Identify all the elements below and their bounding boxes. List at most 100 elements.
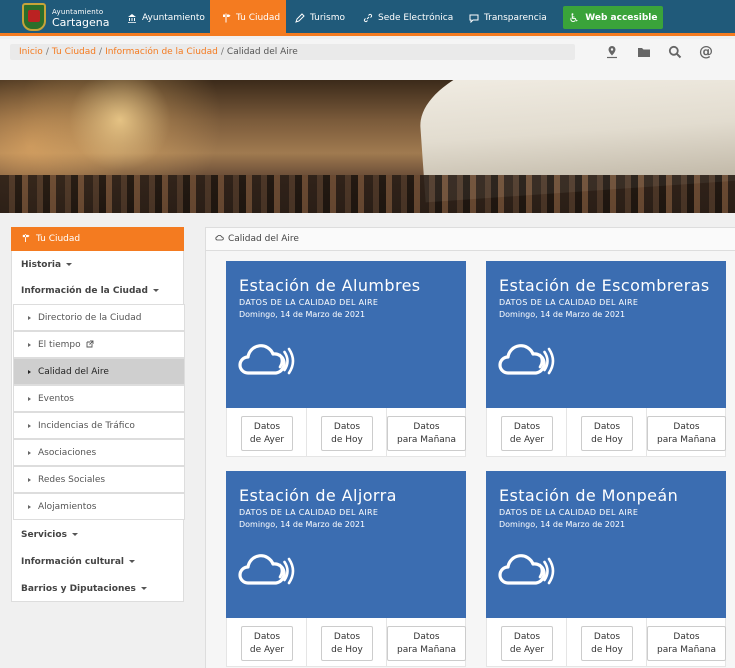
bullet-icon	[28, 504, 31, 509]
sidebar-item-informacion-ciudad[interactable]: Información de la Ciudad	[12, 277, 183, 304]
sidebar-item-servicios[interactable]: Servicios	[12, 521, 183, 548]
station-subtitle: DATOS DE LA CALIDAD DEL AIRE	[499, 298, 639, 307]
button-line2: de Ayer	[509, 645, 545, 655]
datos-manana-button[interactable]: Datos para Mañana	[647, 416, 726, 451]
button-line2: para Mañana	[656, 435, 717, 445]
logo-line2: Cartagena	[52, 16, 110, 29]
subitem-label: El tiempo	[38, 339, 81, 350]
datos-manana-button[interactable]: Datos para Mañana	[387, 416, 466, 451]
subitem-calidad-aire[interactable]: Calidad del Aire	[13, 358, 185, 385]
breadcrumb-inicio[interactable]: Inicio	[19, 47, 43, 57]
datos-hoy-button[interactable]: Datos de Hoy	[581, 416, 633, 451]
station-card-header: Estación de Aljorra DATOS DE LA CALIDAD …	[226, 471, 466, 618]
sidebar-item-label: Información cultural	[21, 556, 125, 567]
top-nav: Ayuntamiento Cartagena Ayuntamiento Tu C…	[0, 0, 735, 36]
button-line2: de Hoy	[331, 645, 363, 655]
button-line1: Datos	[413, 632, 440, 642]
subitem-label: Asociaciones	[38, 447, 97, 458]
breadcrumb-current: Calidad del Aire	[226, 47, 298, 57]
button-line1: Datos	[413, 422, 440, 432]
datos-ayer-button[interactable]: Datos de Ayer	[501, 416, 553, 451]
station-card-header: Estación de Alumbres DATOS DE LA CALIDAD…	[226, 261, 466, 408]
caret-down-icon	[152, 289, 159, 292]
datos-hoy-button[interactable]: Datos de Hoy	[321, 626, 373, 661]
station-card-header: Estación de Monpeán DATOS DE LA CALIDAD …	[486, 471, 726, 618]
station-name: Estación de Alumbres	[239, 276, 421, 295]
sidebar: Historia Información de la Ciudad Direct…	[11, 251, 185, 602]
subitem-el-tiempo[interactable]: El tiempo	[13, 331, 185, 358]
subitem-label: Eventos	[38, 393, 74, 404]
coat-of-arms-icon	[22, 3, 46, 31]
datos-ayer-button[interactable]: Datos de Ayer	[501, 626, 553, 661]
nav-turismo[interactable]: Turismo	[288, 0, 354, 36]
nav-tu-ciudad[interactable]: Tu Ciudad	[210, 0, 286, 36]
web-accesible-button[interactable]: ♿ Web accesible	[563, 6, 663, 29]
station-card: Estación de Escombreras DATOS DE LA CALI…	[486, 261, 726, 457]
sidebar-header[interactable]: Tu Ciudad	[11, 227, 184, 251]
station-subtitle: DATOS DE LA CALIDAD DEL AIRE	[239, 298, 379, 307]
button-line2: de Ayer	[509, 435, 545, 445]
folder-icon[interactable]	[635, 43, 653, 61]
button-line2: de Hoy	[591, 435, 623, 445]
subitem-label: Incidencias de Tráfico	[38, 420, 135, 431]
map-pin-icon[interactable]	[603, 43, 621, 61]
subitem-directorio[interactable]: Directorio de la Ciudad	[13, 304, 185, 331]
sidebar-item-label: Servicios	[21, 529, 67, 540]
cloud-icon	[215, 234, 224, 244]
station-card: Estación de Monpeán DATOS DE LA CALIDAD …	[486, 471, 726, 667]
sidebar-item-label: Historia	[21, 259, 62, 270]
nav-label: Turismo	[310, 13, 345, 23]
subitem-eventos[interactable]: Eventos	[13, 385, 185, 412]
city-logo[interactable]: Ayuntamiento Cartagena	[22, 2, 109, 32]
search-icon[interactable]	[666, 43, 684, 61]
external-link-icon	[86, 340, 94, 350]
signpost-icon	[21, 233, 30, 246]
link-icon	[362, 12, 374, 24]
nav-sede-electronica[interactable]: Sede Electrónica	[358, 0, 458, 36]
sidebar-item-informacion-cultural[interactable]: Información cultural	[12, 548, 183, 575]
sidebar-item-label: Barrios y Diputaciones	[21, 583, 136, 594]
pencil-icon	[294, 12, 306, 24]
datos-manana-button[interactable]: Datos para Mañana	[387, 626, 466, 661]
nav-transparencia[interactable]: Transparencia	[464, 0, 554, 36]
sidebar-item-historia[interactable]: Historia	[12, 251, 183, 278]
subitem-redes-sociales[interactable]: Redes Sociales	[13, 466, 185, 493]
content-title: Calidad del Aire	[228, 234, 299, 244]
bullet-icon	[28, 396, 31, 401]
station-date: Domingo, 14 de Marzo de 2021	[239, 310, 366, 319]
nav-ayuntamiento[interactable]: Ayuntamiento	[120, 0, 206, 36]
datos-hoy-button[interactable]: Datos de Hoy	[581, 626, 633, 661]
caret-down-icon	[140, 587, 147, 590]
button-line1: Datos	[593, 422, 621, 432]
button-line2: de Ayer	[249, 435, 285, 445]
logo-line1: Ayuntamiento	[52, 8, 104, 16]
subitem-label: Directorio de la Ciudad	[38, 312, 142, 323]
station-name: Estación de Monpeán	[499, 486, 679, 505]
at-icon[interactable]: @	[697, 43, 715, 61]
subitem-incidencias-trafico[interactable]: Incidencias de Tráfico	[13, 412, 185, 439]
station-buttons: Datos de Ayer Datos de Hoy Datos para Mañan…	[486, 408, 726, 457]
datos-ayer-button[interactable]: Datos de Ayer	[241, 416, 293, 451]
datos-hoy-button[interactable]: Datos de Hoy	[321, 416, 373, 451]
sidebar-item-barrios[interactable]: Barrios y Diputaciones	[12, 575, 183, 602]
button-line2: de Ayer	[249, 645, 285, 655]
breadcrumb-informacion[interactable]: Información de la Ciudad	[105, 47, 218, 57]
bullet-icon	[28, 423, 31, 428]
station-subtitle: DATOS DE LA CALIDAD DEL AIRE	[239, 508, 379, 517]
datos-manana-button[interactable]: Datos para Mañana	[647, 626, 726, 661]
subitem-asociaciones[interactable]: Asociaciones	[13, 439, 185, 466]
station-card: Estación de Aljorra DATOS DE LA CALIDAD …	[226, 471, 466, 667]
button-line2: de Hoy	[331, 435, 363, 445]
bullet-icon	[28, 315, 31, 320]
button-line2: para Mañana	[396, 435, 457, 445]
cloud-wifi-icon	[238, 554, 295, 585]
breadcrumb-separator: /	[99, 47, 103, 57]
nav-label: Tu Ciudad	[236, 13, 281, 23]
button-line1: Datos	[673, 422, 700, 432]
datos-ayer-button[interactable]: Datos de Ayer	[241, 626, 293, 661]
breadcrumb-separator: /	[45, 47, 49, 57]
subitem-alojamientos[interactable]: Alojamientos	[13, 493, 185, 520]
breadcrumb-tu-ciudad[interactable]: Tu Ciudad	[52, 47, 96, 57]
station-buttons: Datos de Ayer Datos de Hoy Datos para Mañan…	[226, 618, 466, 667]
button-line2: de Hoy	[591, 645, 623, 655]
